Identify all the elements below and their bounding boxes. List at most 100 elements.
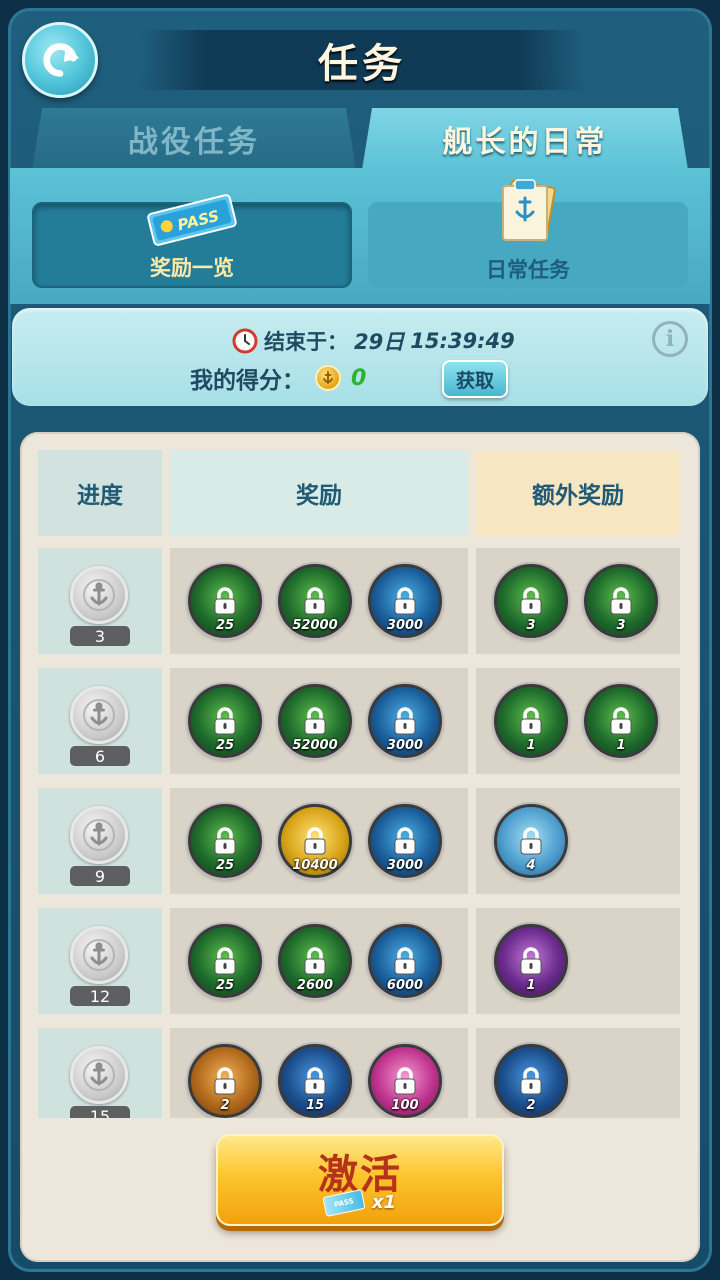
steel-ingot-reward-item[interactable]: 2600 xyxy=(278,924,352,998)
extra-reward-cell: 33 xyxy=(476,548,680,654)
rewards-overview-button[interactable]: PASS 奖励一览 xyxy=(32,194,352,288)
activate-count: x1 xyxy=(371,1192,397,1213)
item-quantity: 3 xyxy=(616,618,626,633)
emerald-reward-item[interactable]: 1 xyxy=(494,924,568,998)
lock-icon xyxy=(394,947,416,975)
back-arrow-icon xyxy=(43,43,80,77)
item-quantity: 10400 xyxy=(292,858,338,873)
lock-icon xyxy=(520,947,542,975)
item-quantity: 15 xyxy=(305,1098,325,1113)
progress-cell: 9 xyxy=(38,788,162,894)
anchor-medal-icon xyxy=(70,686,128,744)
item-quantity: 6000 xyxy=(386,978,424,993)
pass-ticket-icon: PASS xyxy=(322,1188,366,1217)
header-extra-label: 额外奖励 xyxy=(532,483,624,509)
clock-icon xyxy=(232,328,258,354)
tab-captain-daily[interactable]: 舰长的日常 xyxy=(362,108,688,170)
page-title: 任务 xyxy=(318,41,406,87)
bomb-reward-item[interactable]: 25 xyxy=(188,804,262,878)
get-points-button[interactable]: 获取 xyxy=(442,360,508,398)
blue-gem-reward-item[interactable]: 15 xyxy=(278,1044,352,1118)
tab-campaign-missions[interactable]: 战役任务 xyxy=(32,108,356,170)
item-quantity: 25 xyxy=(215,738,235,753)
progress-cell: 12 xyxy=(38,908,162,1014)
blue-card-reward-item[interactable]: 2 xyxy=(494,1044,568,1118)
gold-bars-reward-item[interactable]: 1 xyxy=(494,684,568,758)
score-row: 我的得分： 0 xyxy=(190,362,366,394)
tab-label: 战役任务 xyxy=(128,125,260,160)
clipboard-icon xyxy=(501,179,556,242)
lock-icon xyxy=(304,587,326,615)
exp-reward-item[interactable]: 3000 xyxy=(368,804,442,878)
header-progress: 进度 xyxy=(38,450,162,536)
reward-cell: 25 52000 3000 xyxy=(170,548,468,654)
end-label: 结束于： xyxy=(264,330,348,354)
pass-ticket-icon: PASS xyxy=(147,194,237,246)
progress-cell: 15 xyxy=(38,1028,162,1118)
lock-icon xyxy=(214,707,236,735)
reward-cell: 25 10400 3000 xyxy=(170,788,468,894)
warship-reward-item[interactable]: 3 xyxy=(494,564,568,638)
table-row: 12 25 2600 6000 1 xyxy=(38,908,682,1014)
pink-gem-reward-item[interactable]: 100 xyxy=(368,1044,442,1118)
gold-bars-reward-item[interactable]: 52000 xyxy=(278,564,352,638)
lock-icon xyxy=(214,587,236,615)
cannon-reward-item[interactable]: 1 xyxy=(584,684,658,758)
score-label: 我的得分： xyxy=(190,368,305,394)
end-days: 29日 xyxy=(354,330,405,354)
cannon-reward-item[interactable]: 52000 xyxy=(278,684,352,758)
anchor-medal-icon xyxy=(70,566,128,624)
level-badge: 12 xyxy=(70,986,130,1006)
exp-reward-item[interactable]: 3000 xyxy=(368,684,442,758)
item-quantity: 1 xyxy=(616,738,626,753)
header-reward: 奖励 xyxy=(170,450,468,536)
reward-cell: 25 2600 6000 xyxy=(170,908,468,1014)
table-row: 3 25 52000 3000 3 3 xyxy=(38,548,682,654)
blueprint-reward-item[interactable]: 4 xyxy=(494,804,568,878)
lock-icon xyxy=(394,707,416,735)
item-quantity: 1 xyxy=(526,978,536,993)
lock-icon xyxy=(214,947,236,975)
header-extra-reward: 额外奖励 xyxy=(476,450,680,536)
anchor-medal-icon xyxy=(70,926,128,984)
gold-coin-reward-item[interactable]: 10400 xyxy=(278,804,352,878)
end-time-row: 结束于： 29日 15:39:49 xyxy=(232,326,515,356)
warship-reward-item[interactable]: 25 xyxy=(188,684,262,758)
lock-icon xyxy=(520,827,542,855)
item-quantity: 25 xyxy=(215,978,235,993)
item-quantity: 2 xyxy=(526,1098,536,1113)
exp-reward-item[interactable]: 6000 xyxy=(368,924,442,998)
item-quantity: 52000 xyxy=(292,738,338,753)
table-row: 6 25 52000 3000 1 1 xyxy=(38,668,682,774)
daily-missions-button[interactable]: 日常任务 xyxy=(368,179,688,288)
extra-reward-cell: 2 xyxy=(476,1028,680,1118)
torpedo-reward-item[interactable]: 25 xyxy=(188,924,262,998)
table-row: 15 2 15 100 2 xyxy=(38,1028,682,1118)
item-quantity: 52000 xyxy=(292,618,338,633)
lock-icon xyxy=(610,587,632,615)
get-points-label: 获取 xyxy=(455,369,494,392)
extra-reward-cell: 4 xyxy=(476,788,680,894)
table-row: 9 25 10400 3000 4 xyxy=(38,788,682,894)
lock-icon xyxy=(304,947,326,975)
score-value: 0 xyxy=(351,365,367,391)
lock-icon xyxy=(394,587,416,615)
porthole-reward-item[interactable]: 3 xyxy=(584,564,658,638)
level-badge: 15 xyxy=(70,1106,130,1118)
info-icon[interactable]: i xyxy=(652,321,688,357)
anchor-coin-icon xyxy=(315,365,341,391)
lock-icon xyxy=(214,827,236,855)
reward-cell: 2 15 100 xyxy=(170,1028,468,1118)
daily-missions-label: 日常任务 xyxy=(486,258,570,282)
exp-reward-item[interactable]: 3000 xyxy=(368,564,442,638)
activate-button[interactable]: 激活 PASS x1 xyxy=(216,1134,504,1226)
item-quantity: 25 xyxy=(215,618,235,633)
item-quantity: 25 xyxy=(215,858,235,873)
table-rows-scroll[interactable]: 3 25 52000 3000 3 3 6 25 52000 3000 1 1 9 25 10400 3000… xyxy=(38,548,682,1118)
repair-kit-reward-item[interactable]: 25 xyxy=(188,564,262,638)
title-bar: 任务 xyxy=(140,30,584,90)
anchor-medal-icon xyxy=(70,1046,128,1104)
item-quantity: 1 xyxy=(526,738,536,753)
back-button[interactable] xyxy=(22,22,98,98)
map-scroll-reward-item[interactable]: 2 xyxy=(188,1044,262,1118)
